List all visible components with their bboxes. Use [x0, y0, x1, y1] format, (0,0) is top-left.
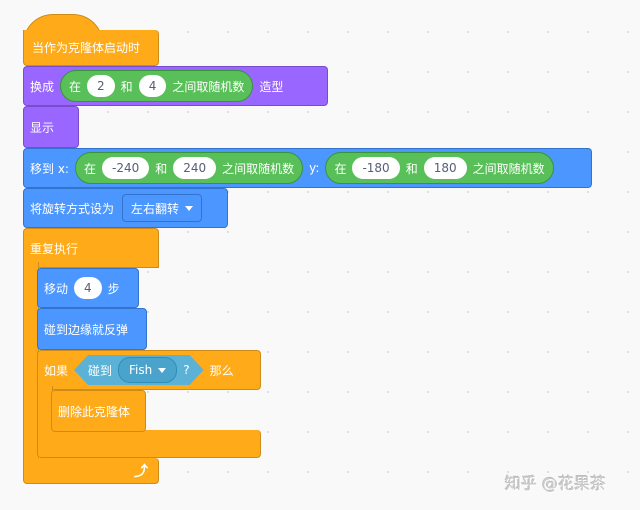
random-in-label: 在	[83, 161, 96, 176]
forever-block-foot[interactable]: ⤴	[23, 458, 159, 484]
random-suffix-label: 之间取随机数	[222, 161, 295, 176]
pick-random-y-operator[interactable]: 在 -180 和 180 之间取随机数	[325, 152, 554, 184]
delete-this-clone-block[interactable]: 删除此克隆体	[51, 390, 146, 432]
switch-costume-suffix: 造型	[259, 79, 284, 94]
delete-clone-label: 删除此克隆体	[58, 404, 131, 419]
move-prefix: 移动	[44, 281, 69, 296]
touching-target-value: Fish	[129, 363, 153, 377]
switch-costume-block[interactable]: 换成 在 2 和 4 之间取随机数 造型	[23, 66, 328, 106]
set-rotation-style-block[interactable]: 将旋转方式设为 左右翻转	[23, 188, 228, 228]
random-to-input[interactable]: 4	[138, 75, 167, 97]
forever-label: 重复执行	[30, 241, 79, 256]
touching-question: ?	[183, 363, 190, 377]
bounce-label: 碰到边缘就反弹	[44, 322, 129, 337]
if-then-block[interactable]: 如果 碰到 Fish ? 那么	[37, 350, 261, 390]
random-x-to-input[interactable]: 240	[173, 157, 217, 179]
when-start-as-clone-hat[interactable]: 当作为克隆体启动时	[23, 30, 159, 66]
if-block-foot	[37, 430, 261, 458]
move-steps-block[interactable]: 移动 4 步	[37, 268, 139, 308]
random-from-input[interactable]: 2	[87, 75, 115, 97]
dropdown-caret-icon	[158, 368, 166, 373]
touching-label: 碰到	[88, 363, 113, 378]
pick-random-x-operator[interactable]: 在 -240 和 240 之间取随机数	[74, 152, 304, 184]
rotation-style-value: 左右翻转	[131, 201, 180, 216]
goto-x-label: 移到 x:	[30, 161, 69, 176]
move-suffix: 步	[107, 281, 120, 296]
watermark: 知乎 @花果茶	[505, 474, 607, 493]
random-and-label: 和	[155, 161, 168, 176]
random-y-from-input[interactable]: -180	[352, 157, 400, 179]
hat-label: 当作为克隆体启动时	[32, 41, 141, 55]
random-in-label: 在	[69, 79, 82, 94]
loop-arrow-icon: ⤴	[134, 463, 148, 480]
random-y-to-input[interactable]: 180	[423, 157, 467, 179]
forever-block[interactable]: 重复执行	[23, 228, 159, 268]
if-suffix: 那么	[209, 363, 234, 378]
rotation-style-dropdown[interactable]: 左右翻转	[122, 194, 203, 222]
touching-target-dropdown[interactable]: Fish	[118, 357, 177, 383]
random-suffix-label: 之间取随机数	[472, 161, 545, 176]
pick-random-operator[interactable]: 在 2 和 4 之间取随机数	[60, 70, 254, 102]
move-steps-input[interactable]: 4	[74, 277, 102, 299]
show-block[interactable]: 显示	[23, 106, 79, 148]
random-and-label: 和	[120, 79, 133, 94]
random-suffix-label: 之间取随机数	[172, 79, 245, 94]
if-prefix: 如果	[44, 363, 69, 378]
go-to-xy-block[interactable]: 移到 x: 在 -240 和 240 之间取随机数 y: 在 -180 和 18…	[23, 148, 592, 188]
switch-costume-prefix: 换成	[30, 79, 55, 94]
if-on-edge-bounce-block[interactable]: 碰到边缘就反弹	[37, 308, 147, 350]
touching-condition[interactable]: 碰到 Fish ?	[74, 355, 204, 385]
rotation-style-label: 将旋转方式设为	[30, 201, 115, 216]
random-and-label: 和	[405, 161, 418, 176]
random-x-from-input[interactable]: -240	[101, 157, 150, 179]
random-in-label: 在	[334, 161, 347, 176]
goto-y-label: y:	[309, 161, 320, 175]
dropdown-caret-icon	[185, 205, 194, 211]
show-label: 显示	[30, 120, 55, 135]
